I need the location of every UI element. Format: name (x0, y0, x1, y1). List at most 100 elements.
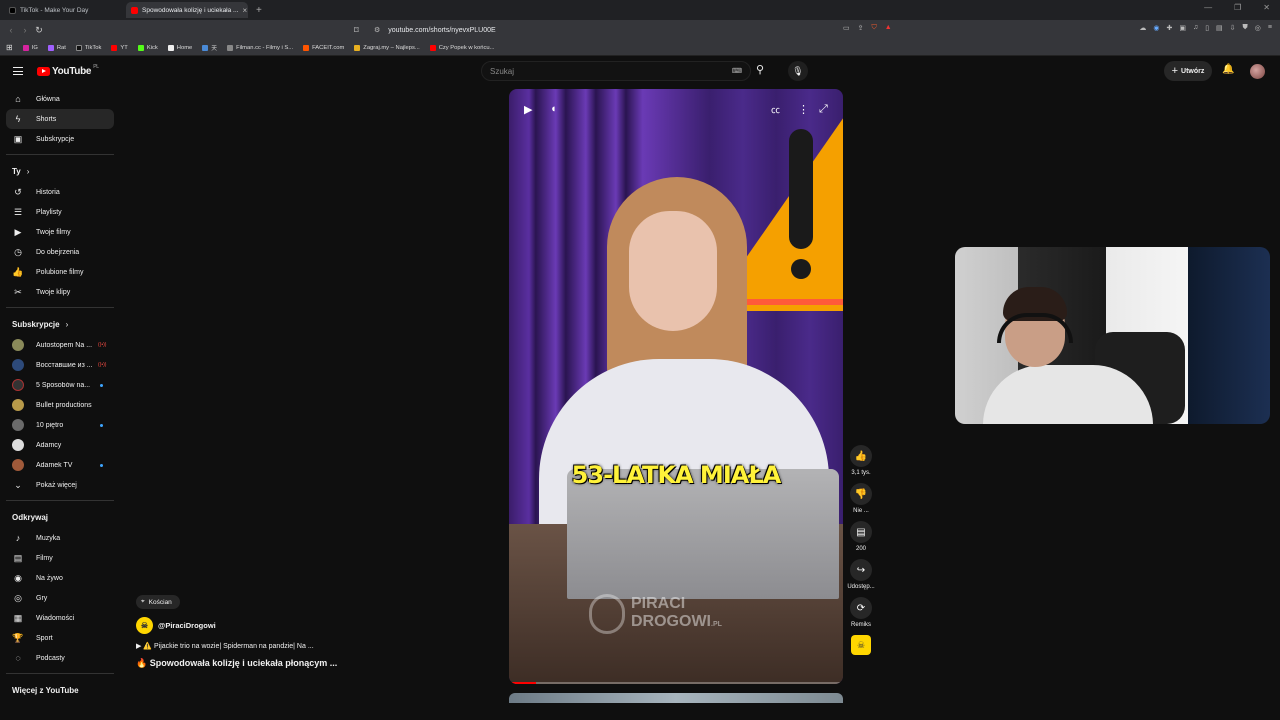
close-window-icon[interactable]: ✕ (1263, 3, 1270, 12)
chevron-right-icon: › (65, 319, 69, 329)
keyboard-icon[interactable]: ⌨ (732, 67, 742, 75)
sidebar-sub-item[interactable]: 5 Sposobów na... (6, 375, 114, 395)
sidebar-sub-item[interactable]: Adamcy (6, 435, 114, 455)
thumbs-up-icon[interactable]: 👍 (850, 445, 872, 467)
sidebar-sub-item[interactable]: 10 piętro (6, 415, 114, 435)
omnibox[interactable]: ⌑ ⚙ youtube.com/shorts/nyevxPLU00E (354, 22, 910, 38)
sidebar-item-playlists[interactable]: ☰ Playlisty (6, 202, 114, 222)
puzzle-icon[interactable]: ✚ (1166, 24, 1172, 32)
brave-shield-icon[interactable]: ⛉ (872, 24, 877, 32)
sidebar-item-news[interactable]: ▦ Wiadomości (6, 608, 114, 628)
comment-icon[interactable]: ▤ (850, 521, 872, 543)
sidebar-item-clips[interactable]: ✂ Twoje klipy (6, 282, 114, 302)
more-options-icon[interactable]: ⋮ (798, 103, 809, 116)
next-short-preview[interactable] (509, 693, 843, 703)
shield-icon[interactable]: ⛊ (1243, 24, 1248, 32)
bookmark-item[interactable]: Czy Popek w końcu... (429, 44, 494, 51)
sidebar-item-movies[interactable]: ▤ Filmy (6, 548, 114, 568)
bookmark-icon[interactable]: ⌑ (354, 25, 364, 36)
restore-icon[interactable]: ❐ (1234, 3, 1241, 12)
dislike-action[interactable]: 👎 Nie ... (843, 483, 879, 514)
sidebar-item-subscriptions[interactable]: ▣ Subskrypcje (6, 129, 114, 149)
channel-thumbnail[interactable]: ☠ (851, 635, 871, 655)
location-chip[interactable]: ⌖ Kościan (136, 595, 180, 609)
voice-search-button[interactable]: 🎙 (788, 61, 808, 81)
youtube-logo[interactable]: YouTube PL (37, 64, 99, 77)
downloads-icon[interactable]: ⇩ (1230, 24, 1236, 32)
fullscreen-icon[interactable]: ⤢ (819, 103, 828, 116)
hamburger-menu-icon[interactable] (13, 67, 23, 78)
sidebar-heading-subscriptions[interactable]: Subskrypcje › (0, 313, 120, 335)
close-tab-icon[interactable]: × (242, 6, 247, 15)
sidebar-item-history[interactable]: ↺ Historia (6, 182, 114, 202)
sidebar-item-liked[interactable]: 👍 Polubione filmy (6, 262, 114, 282)
sidebar-toggle-icon[interactable]: ▯ (1205, 24, 1209, 32)
forward-icon[interactable]: › (18, 25, 32, 35)
shorts-video-player[interactable]: 53-LATKA MIAŁA PIRACI DROGOWI.PL ▶ ◖ ㏄ ⋮ … (509, 89, 843, 684)
like-action[interactable]: 👍 3,1 tys. (843, 445, 879, 476)
sidebar-item-home[interactable]: ⌂ Główna (6, 89, 114, 109)
sidebar-item-music[interactable]: ♪ Muzyka (6, 528, 114, 548)
share-page-icon[interactable]: ⇪ (858, 24, 864, 32)
channel-link[interactable]: ☠ @PiraciDrogowi (136, 617, 496, 634)
sidebar-item-live[interactable]: ◉ Na żywo (6, 568, 114, 588)
create-button[interactable]: + Utwórz (1164, 61, 1212, 81)
sidebar-item-gaming[interactable]: ◎ Gry (6, 588, 114, 608)
video-title[interactable]: 🔥 Spowodowała kolizję i uciekała płonący… (136, 658, 496, 669)
sidebar-item-your-videos[interactable]: ▶ Twoje filmy (6, 222, 114, 242)
sidebar-item-watch-later[interactable]: ◷ Do obejrzenia (6, 242, 114, 262)
bookmark-item[interactable]: 天 (202, 43, 217, 52)
profile-icon[interactable]: ◎ (1255, 24, 1261, 32)
sidebar-heading-you[interactable]: Ty › (0, 160, 120, 182)
cast-icon[interactable]: ▭ (843, 24, 850, 32)
menu-icon[interactable]: ≡ (1268, 24, 1272, 32)
rewards-icon[interactable]: ▲ (885, 24, 892, 32)
site-info-icon[interactable]: ⚙ (374, 26, 380, 34)
reload-icon[interactable]: ↻ (32, 25, 46, 36)
bookmark-item[interactable]: TikTok (75, 44, 101, 51)
play-icon[interactable]: ▶ (524, 103, 532, 116)
minimize-icon[interactable]: — (1204, 3, 1212, 12)
sidebar-sub-item[interactable]: Adamek TV (6, 455, 114, 475)
progress-bar[interactable] (509, 682, 843, 684)
wallet-icon[interactable]: ▤ (1216, 24, 1223, 32)
search-icon[interactable]: ⚲ (756, 63, 764, 76)
apps-icon[interactable]: ⊞ (6, 43, 13, 52)
captions-icon[interactable]: ㏄ (771, 103, 780, 116)
remix-icon[interactable]: ⟳ (850, 597, 872, 619)
volume-icon[interactable]: ◖ (550, 103, 557, 115)
url-text[interactable]: youtube.com/shorts/nyevxPLU00E (388, 27, 495, 34)
account-avatar[interactable] (1250, 64, 1265, 79)
bookmark-item[interactable]: Filman.cc - Filmy i S... (227, 44, 293, 51)
bookmark-item[interactable]: Kick (137, 44, 158, 51)
share-icon[interactable]: ↪ (850, 559, 872, 581)
sidebar-sub-item[interactable]: Autostopem Na ... ((•)) (6, 335, 114, 355)
music-icon[interactable]: ♫ (1193, 24, 1198, 32)
tab-youtube[interactable]: Spowodowała kolizję i uciekała ... × (126, 2, 248, 18)
back-icon[interactable]: ‹ (4, 25, 18, 35)
notifications-bell-icon[interactable]: 🔔 (1222, 64, 1234, 75)
bookmark-item[interactable]: FACEIT.com (303, 44, 344, 51)
extension-icon[interactable]: ◉ (1153, 24, 1159, 32)
bookmark-item[interactable]: Rat (47, 44, 66, 51)
playlist-link[interactable]: ▶ ⚠️ Pijackie trio na wozie| Spiderman n… (136, 642, 496, 650)
sidebar-item-shorts[interactable]: ϟ Shorts (6, 109, 114, 129)
tab-tiktok[interactable]: TikTok - Make Your Day (4, 2, 126, 18)
sidebar-item-sport[interactable]: 🏆 Sport (6, 628, 114, 648)
bookmark-item[interactable]: Zagraj.my – Najleps... (354, 44, 420, 51)
extension-icon-2[interactable]: ▣ (1179, 24, 1186, 32)
remix-action[interactable]: ⟳ Remiks (843, 597, 879, 628)
sidebar-item-podcasts[interactable]: ◌ Podcasty (6, 648, 114, 668)
bookmark-item[interactable]: IG (22, 44, 38, 51)
sidebar-sub-item[interactable]: Восставшие из ... ((•)) (6, 355, 114, 375)
thumbs-down-icon[interactable]: 👎 (850, 483, 872, 505)
bookmark-item[interactable]: YT (111, 44, 128, 51)
show-more-button[interactable]: ⌄ Pokaż więcej (6, 475, 114, 495)
bookmark-item[interactable]: Home (167, 44, 192, 51)
sidebar-sub-item[interactable]: Bullet productions (6, 395, 114, 415)
new-tab-button[interactable]: + (256, 5, 262, 16)
share-action[interactable]: ↪ Udostęp... (843, 559, 879, 590)
vpn-icon[interactable]: ☁ (1139, 24, 1146, 32)
comments-action[interactable]: ▤ 200 (843, 521, 879, 552)
search-input[interactable]: Szukaj ⌨ (481, 61, 751, 81)
